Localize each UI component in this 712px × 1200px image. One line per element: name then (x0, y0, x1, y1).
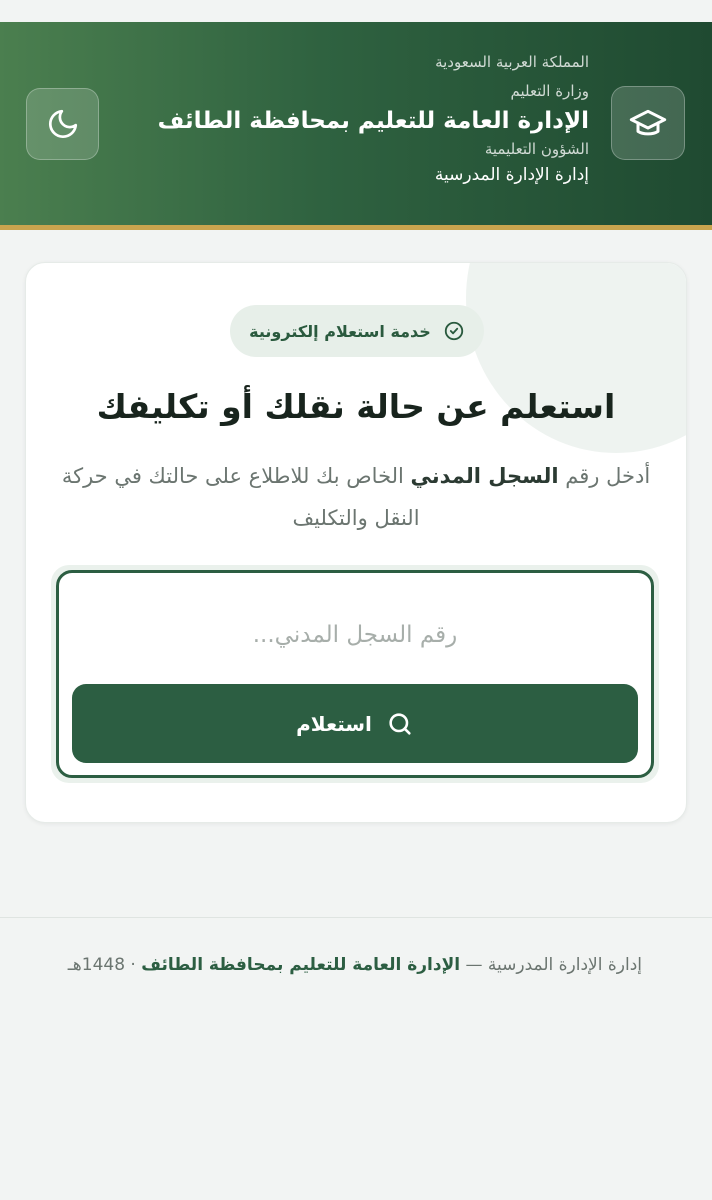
footer-org: الإدارة العامة للتعليم بمحافظة الطائف (141, 955, 461, 975)
footer-unit: إدارة الإدارة المدرسية — (465, 955, 642, 975)
inquiry-card: خدمة استعلام إلكترونية استعلم عن حالة نق… (25, 262, 687, 823)
site-footer: إدارة الإدارة المدرسية — الإدارة العامة … (68, 955, 642, 975)
footer-divider (0, 917, 712, 918)
inquiry-submit-button[interactable]: استعلام (72, 684, 638, 763)
unit-label: إدارة الإدارة المدرسية (434, 165, 589, 185)
theme-toggle-button[interactable] (26, 88, 99, 160)
department-label: الشؤون التعليمية (484, 140, 589, 158)
page-description: أدخل رقم السجل المدني الخاص بك للاطلاع ع… (56, 455, 656, 539)
inquiry-form: استعلام (56, 570, 654, 778)
description-suffix: الخاص بك للاطلاع على حالتك في حركة النقل… (61, 464, 420, 530)
country-label: المملكة العربية السعودية (435, 53, 589, 71)
footer-year: · 1448هـ (67, 955, 136, 975)
inquiry-submit-label: استعلام (296, 711, 372, 736)
service-badge: خدمة استعلام إلكترونية (230, 305, 484, 357)
org-title: الإدارة العامة للتعليم بمحافظة الطائف (157, 108, 589, 134)
check-circle-icon (444, 321, 463, 341)
status-strip (0, 0, 712, 22)
service-badge-label: خدمة استعلام إلكترونية (249, 321, 431, 341)
site-header: المملكة العربية السعودية وزارة التعليم ا… (0, 22, 712, 230)
description-prefix: أدخل رقم (558, 464, 651, 488)
ministry-label: وزارة التعليم (510, 82, 589, 100)
inquiry-form-wrapper: استعلام (51, 565, 659, 783)
moon-icon (48, 109, 77, 138)
header-text: المملكة العربية السعودية وزارة التعليم ا… (158, 50, 589, 187)
description-highlight: السجل المدني (410, 464, 559, 488)
search-icon (389, 712, 411, 735)
civil-id-input[interactable] (73, 593, 637, 677)
logo-badge[interactable] (611, 86, 685, 160)
graduation-cap-icon (629, 109, 667, 136)
page-title: استعلم عن حالة نقلك أو تكليفك (96, 387, 616, 426)
